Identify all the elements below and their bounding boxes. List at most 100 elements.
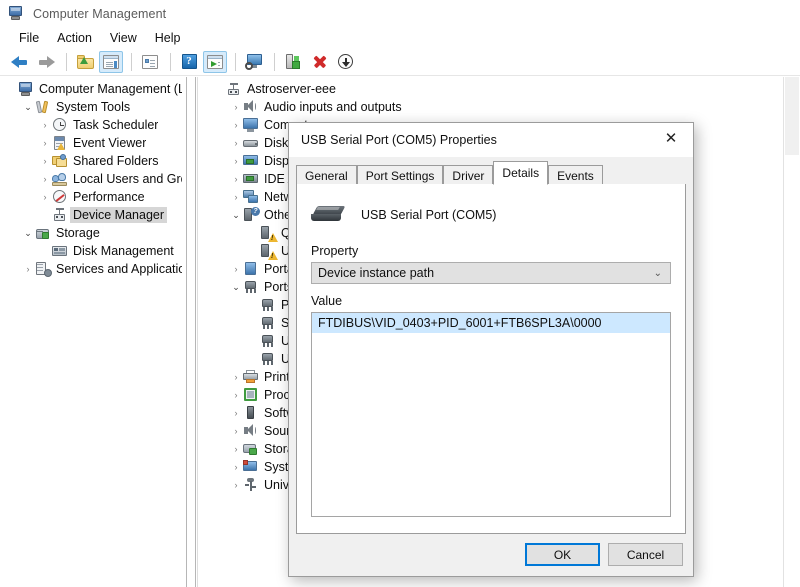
device-manager-icon	[52, 207, 68, 223]
actions-pane-scrollbar[interactable]	[783, 77, 800, 587]
ok-button[interactable]: OK	[525, 543, 600, 566]
properties-button[interactable]	[138, 51, 162, 73]
console-tree-item[interactable]: › Shared Folders	[0, 152, 186, 170]
console-tree-item[interactable]: › Services and Applications	[0, 260, 186, 278]
shared-folders-icon	[52, 153, 68, 169]
console-tree-label: Disk Management	[73, 244, 174, 258]
chevron-right-icon[interactable]: ›	[38, 170, 52, 188]
uninstall-device-button[interactable]	[307, 51, 331, 73]
console-tree-item[interactable]: Computer Management (Local	[0, 80, 186, 98]
show-hide-action-pane-icon	[207, 54, 223, 69]
tab-details[interactable]: Details	[493, 161, 549, 185]
update-driver-icon	[285, 54, 301, 69]
chevron-right-icon[interactable]: ›	[229, 116, 243, 134]
dialog-title-bar: USB Serial Port (COM5) Properties ✕	[289, 123, 693, 157]
computer-node-icon	[226, 81, 242, 97]
up-folder-icon	[76, 54, 94, 69]
menu-item-help[interactable]: Help	[146, 30, 190, 47]
chevron-right-icon[interactable]: ›	[229, 404, 243, 422]
uninstall-device-icon	[312, 54, 327, 69]
chevron-down-icon[interactable]: ⌄	[21, 98, 35, 116]
chevron-right-icon[interactable]: ›	[229, 476, 243, 494]
unknown-device-icon	[260, 243, 278, 260]
scrollbar-thumb[interactable]	[785, 77, 799, 155]
show-hide-action-pane-button[interactable]	[203, 50, 227, 73]
forward-button[interactable]	[34, 51, 58, 73]
chevron-down-icon[interactable]: ⌄	[229, 278, 243, 296]
console-tree-item[interactable]: › Task Scheduler	[0, 116, 186, 134]
console-tree-item[interactable]: › Event Viewer	[0, 134, 186, 152]
chevron-down-icon[interactable]: ⌄	[229, 206, 243, 224]
console-tree-pane[interactable]: Computer Management (Local ⌄ System Tools ›…	[0, 77, 186, 587]
console-tree-item[interactable]: › Local Users and Groups	[0, 170, 186, 188]
device-tree-item[interactable]: › Audio inputs and outputs	[198, 98, 780, 116]
device-tree-item[interactable]: Astroserver-eee	[198, 80, 780, 98]
chevron-right-icon[interactable]: ›	[38, 134, 52, 152]
property-label: Property	[311, 244, 359, 258]
close-icon[interactable]: ✕	[649, 123, 693, 153]
menu-item-view[interactable]: View	[101, 30, 146, 47]
portable-device-icon	[243, 261, 259, 277]
chevron-right-icon[interactable]: ›	[38, 188, 52, 206]
install-legacy-hardware-button[interactable]	[333, 51, 357, 73]
usb-controller-icon	[243, 477, 259, 493]
pane-splitter[interactable]	[186, 77, 196, 587]
tab-general[interactable]: General	[296, 165, 357, 185]
property-dropdown[interactable]: Device instance path ⌄	[311, 262, 671, 284]
system-tools-icon	[35, 99, 51, 115]
device-header: USB Serial Port (COM5)	[311, 200, 496, 230]
up-one-level-button[interactable]	[73, 51, 97, 73]
properties-icon	[142, 54, 158, 69]
chevron-down-icon[interactable]: ⌄	[21, 224, 35, 242]
console-tree-label: Task Scheduler	[73, 118, 159, 132]
chevron-right-icon[interactable]: ›	[229, 188, 243, 206]
chevron-right-icon[interactable]: ›	[229, 134, 243, 152]
chevron-right-icon[interactable]: ›	[229, 440, 243, 458]
chevron-right-icon[interactable]: ›	[229, 170, 243, 188]
clock-icon	[52, 117, 68, 133]
scan-for-hardware-changes-button[interactable]	[242, 51, 266, 73]
back-arrow-icon	[11, 55, 29, 69]
tab-driver[interactable]: Driver	[443, 165, 494, 185]
sound-icon	[243, 423, 259, 439]
computer-management-icon	[8, 5, 26, 23]
chevron-right-icon[interactable]: ›	[229, 422, 243, 440]
cancel-button[interactable]: Cancel	[608, 543, 683, 566]
chevron-right-icon[interactable]: ›	[229, 98, 243, 116]
help-button[interactable]: ?	[177, 51, 201, 73]
value-list-item[interactable]: FTDIBUS\VID_0403+PID_6001+FTB6SPL3A\0000	[312, 313, 670, 333]
console-tree-item[interactable]: Device Manager	[0, 206, 186, 224]
chevron-right-icon[interactable]: ›	[21, 260, 35, 278]
value-label: Value	[311, 294, 343, 308]
chevron-right-icon[interactable]: ›	[229, 458, 243, 476]
update-driver-button[interactable]	[281, 51, 305, 73]
dialog-body: General Port Settings Driver Details Eve…	[289, 157, 693, 576]
tab-port-settings[interactable]: Port Settings	[356, 165, 444, 185]
menu-item-action[interactable]: Action	[48, 30, 101, 47]
chevron-right-icon[interactable]: ›	[38, 116, 52, 134]
back-button[interactable]	[8, 51, 32, 73]
monitor-icon	[243, 117, 259, 133]
console-tree-item[interactable]: › Performance	[0, 188, 186, 206]
console-tree-item[interactable]: ⌄ Storage	[0, 224, 186, 242]
details-tab-panel: USB Serial Port (COM5) Property Device i…	[296, 184, 686, 534]
menu-item-file[interactable]: File	[10, 30, 48, 47]
property-selected-value: Device instance path	[318, 266, 435, 280]
users-groups-icon	[52, 171, 68, 187]
chevron-right-icon[interactable]: ›	[38, 152, 52, 170]
console-tree-label: Performance	[73, 190, 145, 204]
tab-events[interactable]: Events	[548, 165, 603, 185]
console-tree-item[interactable]: ⌄ System Tools	[0, 98, 186, 116]
chevron-right-icon[interactable]: ›	[229, 386, 243, 404]
chevron-right-icon[interactable]: ›	[229, 368, 243, 386]
chevron-right-icon[interactable]: ›	[229, 152, 243, 170]
console-tree-item[interactable]: Disk Management	[0, 242, 186, 260]
show-hide-console-tree-button[interactable]	[99, 50, 123, 73]
title-bar: Computer Management	[0, 0, 800, 28]
chevron-right-icon[interactable]: ›	[229, 260, 243, 278]
console-tree-label: Local Users and Groups	[73, 172, 182, 186]
printer-icon	[243, 369, 259, 385]
value-list[interactable]: FTDIBUS\VID_0403+PID_6001+FTB6SPL3A\0000	[311, 312, 671, 517]
storage-controller-icon	[243, 441, 259, 457]
toolbar-separator-4	[235, 52, 236, 71]
